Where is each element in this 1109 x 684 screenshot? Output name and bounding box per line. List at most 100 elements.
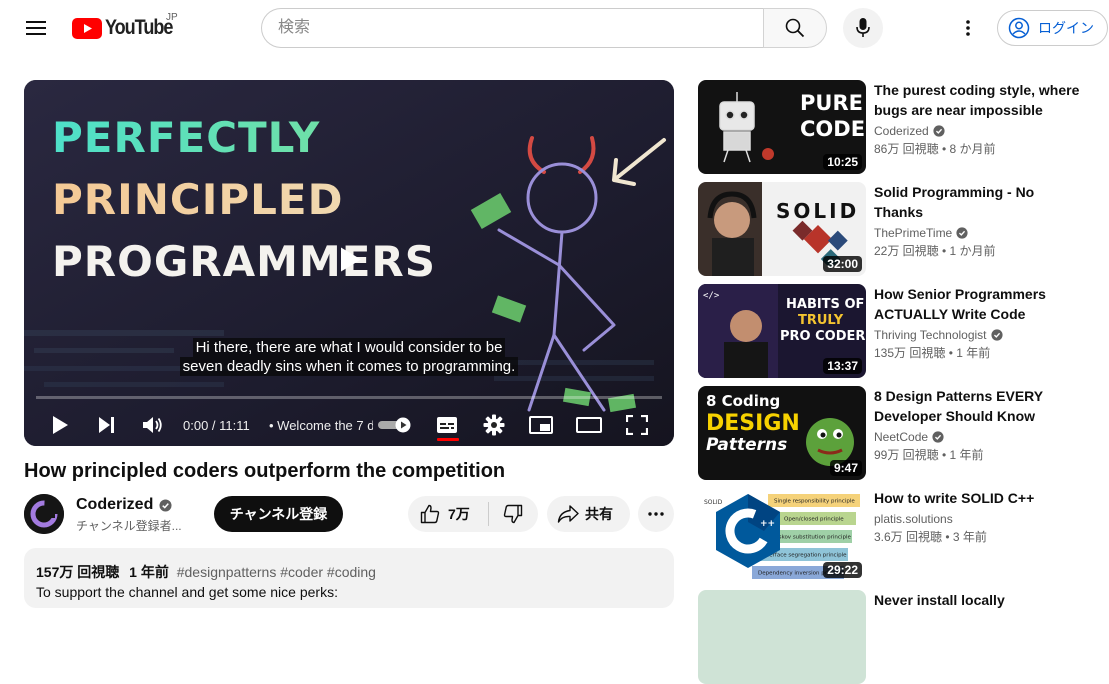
large-play-button[interactable] (334, 245, 364, 280)
miniplayer-icon (529, 416, 553, 434)
video-thumbnail[interactable]: SOLID 32:00 (698, 182, 866, 276)
channel-name-text: Coderized (76, 496, 154, 513)
video-duration: 13:37 (823, 358, 862, 374)
like-dislike-group: 7万 (408, 496, 538, 532)
description-box[interactable]: 157万 回視聴 1 年前 #designpatterns #coder #co… (24, 548, 674, 608)
caption-line-2: seven deadly sins when it comes to progr… (179, 357, 519, 376)
like-count: 7万 (448, 506, 470, 522)
video-duration: 32:00 (823, 256, 862, 272)
volume-icon (143, 417, 162, 433)
login-label: ログイン (1038, 20, 1094, 36)
settings-button[interactable] (479, 410, 509, 440)
caption-overlay: Hi there, there are what I would conside… (24, 338, 674, 376)
thumbnail-text-2: TRULY (798, 313, 844, 328)
view-count: 157万 回視聴 (36, 564, 120, 580)
youtube-play-logo-icon (72, 17, 102, 39)
miniplayer-button[interactable] (526, 410, 556, 440)
volume-button[interactable] (138, 410, 168, 440)
channel-name[interactable]: NeetCode (874, 430, 1084, 444)
captions-button[interactable] (432, 410, 462, 440)
verified-badge-icon (956, 227, 968, 239)
player-controls: 0:00 / 11:11 • Welcome the 7 de (24, 404, 674, 446)
voice-search-button[interactable] (843, 8, 883, 48)
video-title[interactable]: The purest coding style, where bugs are … (874, 80, 1084, 120)
channel-name-text: Coderized (874, 124, 929, 138)
recommended-video[interactable]: PURE CODE 10:25 The purest coding style,… (698, 80, 1098, 174)
theater-mode-button[interactable] (574, 410, 604, 440)
video-title[interactable]: 8 Design Patterns EVERY Developer Should… (874, 386, 1084, 426)
video-player[interactable]: PERFECTLY PRINCIPLED PROGRAMMERS Hi ther… (24, 80, 674, 446)
thumbnail-text-1: 8 Coding (706, 392, 780, 410)
video-duration: 10:25 (823, 154, 862, 170)
channel-name[interactable]: platis.solutions (874, 512, 1084, 526)
video-title[interactable]: How to write SOLID C++ (874, 488, 1084, 508)
autoplay-toggle[interactable] (376, 410, 414, 440)
progress-bar[interactable] (36, 396, 662, 399)
video-thumbnail[interactable]: SOLID Single responsibility principle Op… (698, 488, 866, 582)
video-title[interactable]: Never install locally (874, 590, 1084, 610)
search-button[interactable] (763, 8, 827, 48)
play-icon (341, 247, 361, 272)
channel-name-text: Thriving Technologist (874, 328, 987, 342)
svg-text:PRINCIPLED: PRINCIPLED (52, 175, 343, 224)
share-arrow-icon (557, 505, 579, 523)
video-meta: 135万 回視聴 • 1 年前 (874, 346, 991, 360)
autoplay-toggle-icon (378, 417, 411, 433)
video-meta: 3.6万 回視聴 • 3 年前 (874, 530, 987, 544)
login-button[interactable]: ログイン (997, 10, 1108, 46)
chapter-title[interactable]: • Welcome the 7 de (269, 418, 373, 433)
settings-more-button[interactable] (952, 12, 984, 44)
thumbs-down-icon (503, 504, 523, 524)
video-duration: 29:22 (823, 562, 862, 578)
recommended-video[interactable]: SOLID Single responsibility principle Op… (698, 488, 1098, 582)
play-button[interactable] (46, 410, 74, 440)
video-details: How to write SOLID C++ platis.solutions … (874, 488, 1084, 545)
recommended-video[interactable]: </> HABITS OF TRULY PRO CODERS 13:37 How… (698, 284, 1098, 378)
channel-logo-icon (24, 494, 64, 534)
time-display: 0:00 / 11:11 (183, 418, 250, 433)
more-actions-button[interactable] (638, 496, 674, 532)
verified-badge-icon (990, 329, 1003, 341)
channel-name[interactable]: Coderized (76, 496, 172, 514)
thumbnail-text-5: Interface segregation principle (762, 553, 847, 559)
video-details: Solid Programming - No Thanks ThePrimeTi… (874, 182, 1084, 259)
video-thumbnail[interactable] (698, 590, 866, 684)
next-button[interactable] (92, 410, 120, 440)
theater-mode-icon (576, 417, 602, 433)
video-thumbnail[interactable]: PURE CODE 10:25 (698, 80, 866, 174)
video-thumbnail[interactable]: </> HABITS OF TRULY PRO CODERS 13:37 (698, 284, 866, 378)
video-details: Never install locally (874, 590, 1084, 610)
thumbnail-text-1: HABITS OF (786, 297, 864, 312)
thumbs-up-icon (420, 504, 440, 524)
recommended-video[interactable]: 8 Coding DESIGN Patterns 9:47 8 Design P… (698, 386, 1098, 480)
video-title[interactable]: Solid Programming - No Thanks (874, 182, 1084, 222)
subscribe-button[interactable]: チャンネル登録 (214, 496, 343, 532)
video-title[interactable]: How Senior Programmers ACTUALLY Write Co… (874, 284, 1084, 324)
channel-avatar[interactable] (24, 494, 64, 534)
captions-active-indicator (437, 438, 459, 441)
search-input[interactable] (261, 8, 763, 48)
like-button[interactable]: 7万 (408, 496, 488, 532)
thumbnail-text-2: DESIGN (706, 411, 800, 436)
channel-name[interactable]: Thriving Technologist (874, 328, 1084, 342)
thumbnail-text-1: SOLID (776, 199, 859, 223)
description-meta: 157万 回視聴 1 年前 #designpatterns #coder #co… (36, 562, 662, 582)
recommended-video[interactable]: Never install locally (698, 590, 1098, 684)
hashtags[interactable]: #designpatterns #coder #coding (177, 564, 376, 580)
hamburger-menu-icon[interactable] (16, 8, 56, 48)
svg-text:PERFECTLY: PERFECTLY (52, 113, 320, 162)
upload-age: 1 年前 (129, 564, 169, 580)
channel-name[interactable]: ThePrimeTime (874, 226, 1084, 240)
thumbnail-text-3: Open/closed principle (784, 517, 844, 523)
verified-badge-icon (159, 498, 172, 512)
masthead: YouTube JP ログイン (0, 0, 1109, 56)
recommended-video[interactable]: SOLID 32:00 Solid Programming - No Thank… (698, 182, 1098, 276)
fullscreen-button[interactable] (622, 410, 652, 440)
video-thumbnail[interactable]: 8 Coding DESIGN Patterns 9:47 (698, 386, 866, 480)
channel-name[interactable]: Coderized (874, 124, 1084, 138)
channel-name-text: ThePrimeTime (874, 226, 953, 240)
video-meta: 99万 回視聴 • 1 年前 (874, 448, 984, 462)
dislike-button[interactable] (489, 496, 537, 532)
account-circle-icon (1008, 17, 1030, 39)
share-button[interactable]: 共有 (547, 496, 630, 532)
